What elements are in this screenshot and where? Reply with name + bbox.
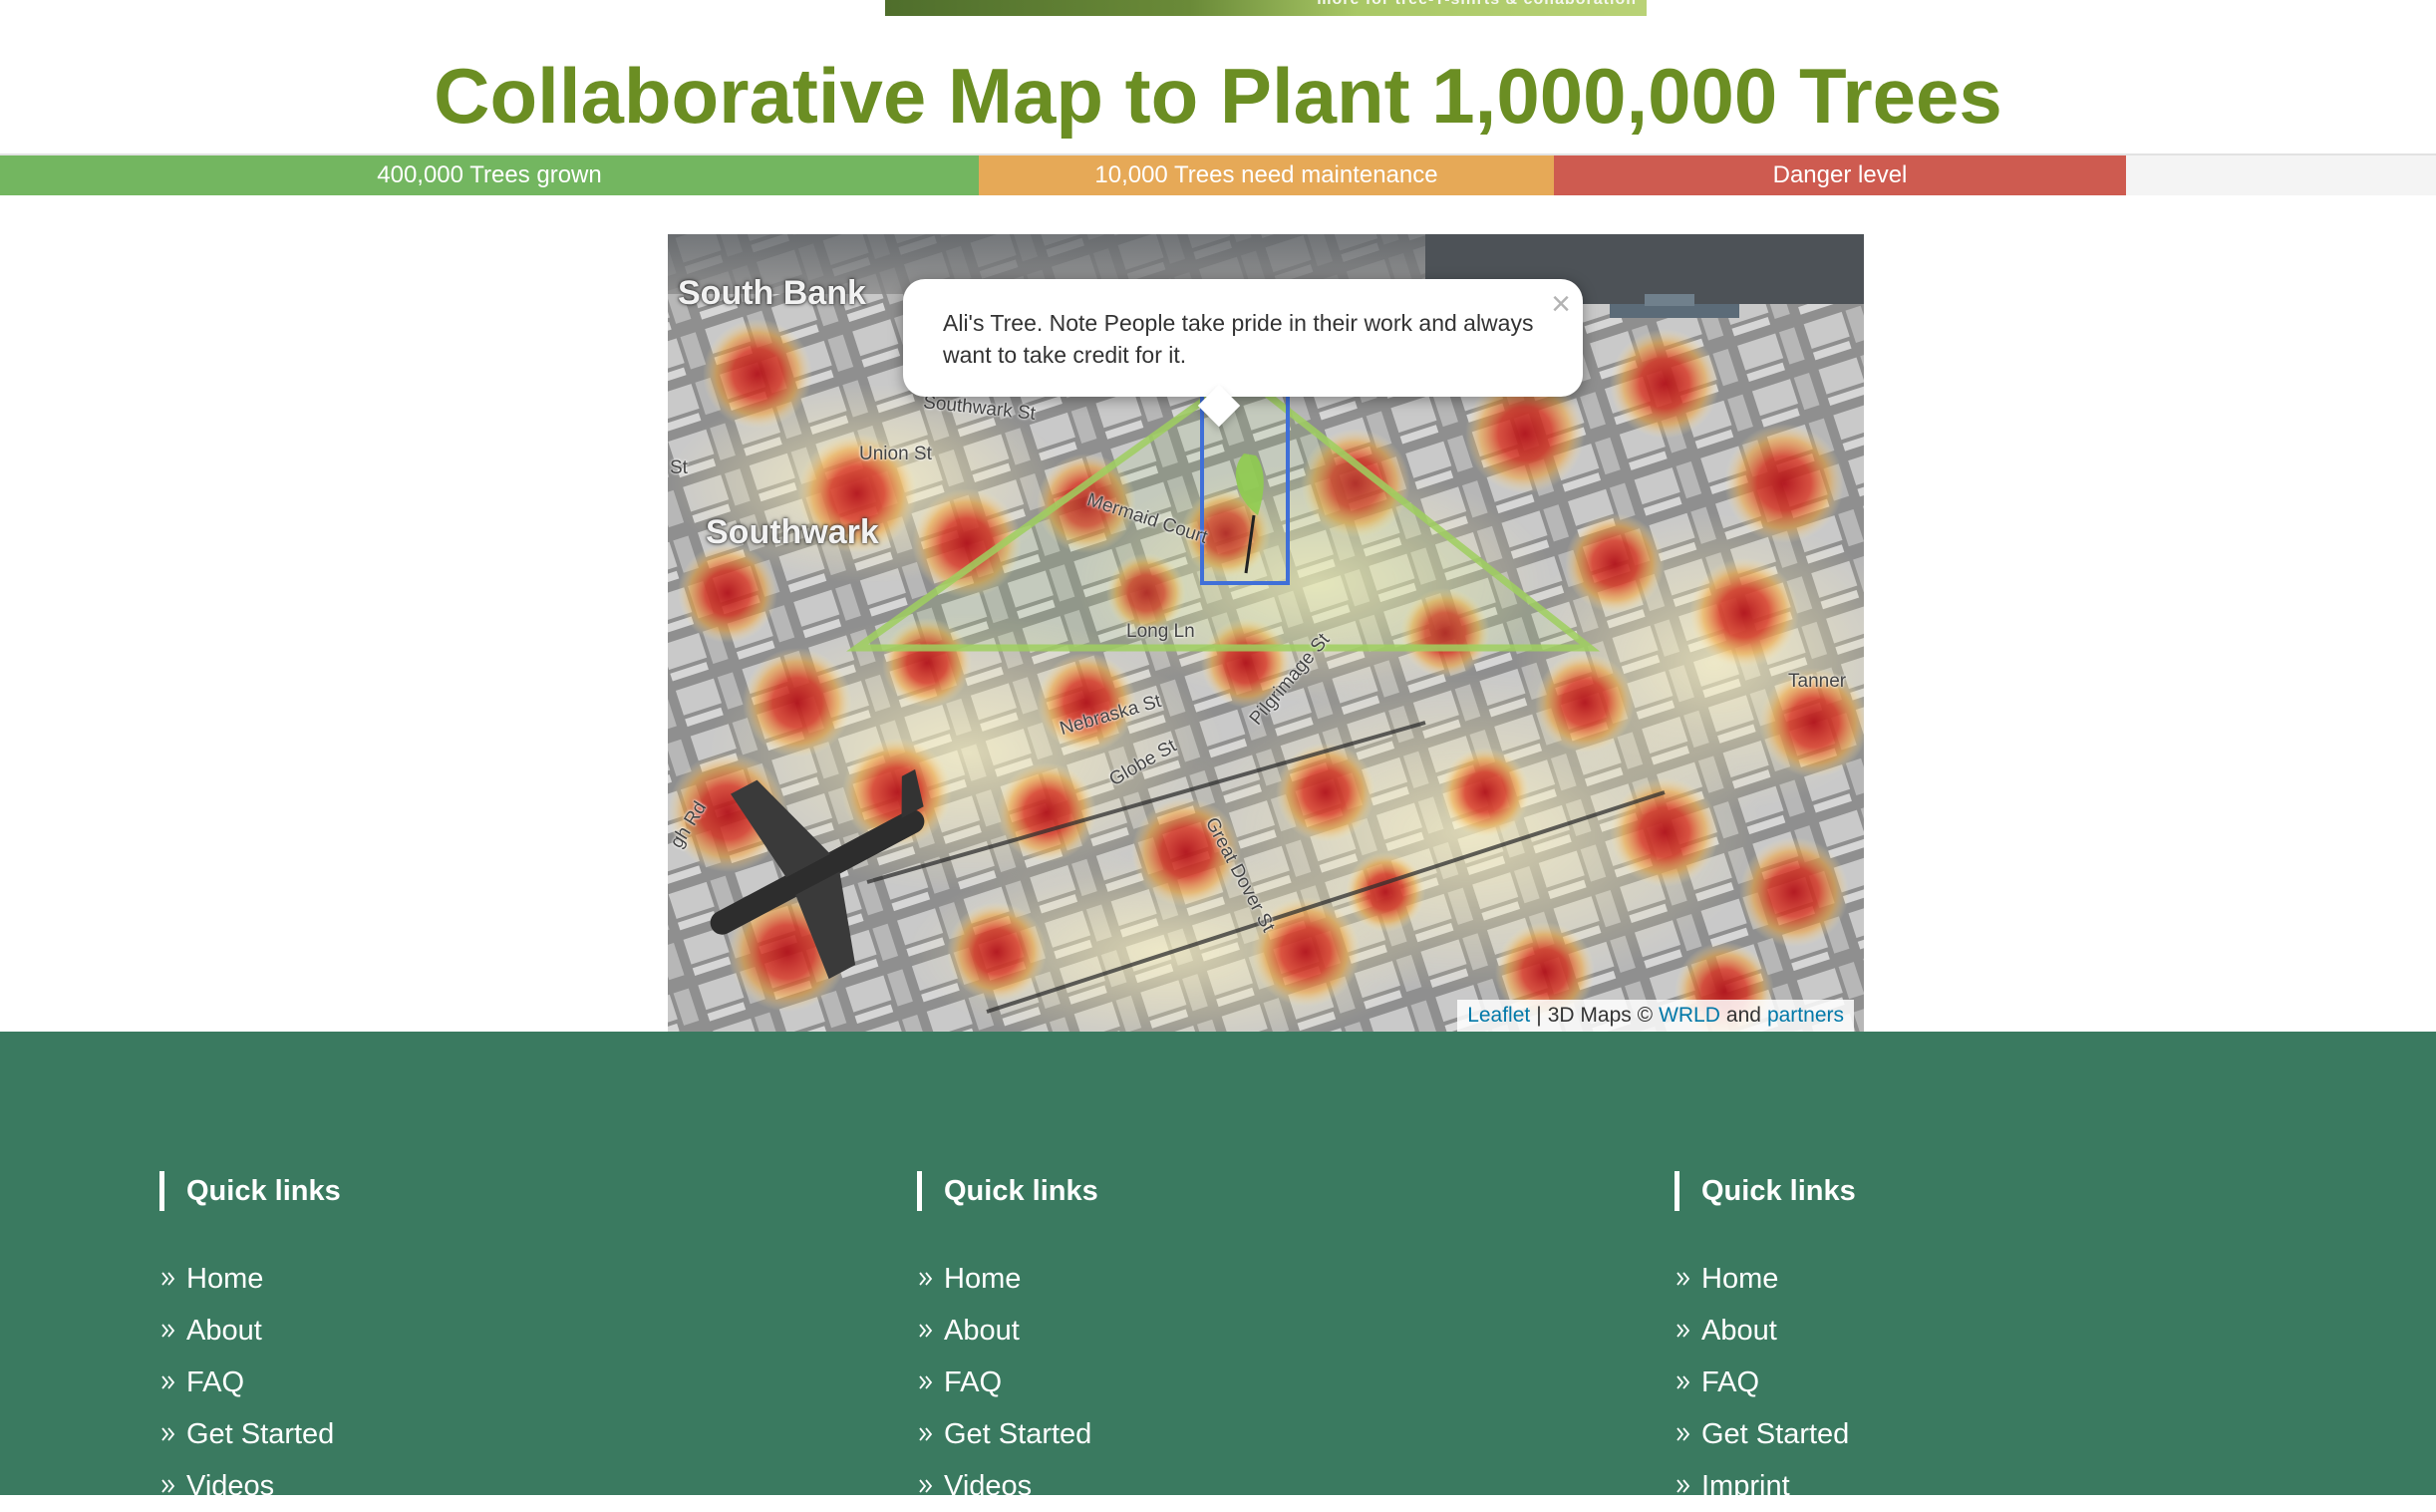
footer-link-get-started[interactable]: Get Started (159, 1408, 758, 1460)
double-chevron-right-icon (159, 1322, 181, 1340)
double-chevron-right-icon (917, 1425, 939, 1443)
footer-column-1: Quick links Home About FAQ Get Started V… (159, 1171, 758, 1512)
footer-link-videos[interactable]: Videos (159, 1460, 758, 1512)
footer-link-label: About (186, 1314, 262, 1347)
footer-link-label: Home (186, 1262, 264, 1295)
footer-heading: Quick links (1675, 1171, 2273, 1211)
footer-links: Home About FAQ Get Started Imprint (1675, 1253, 2273, 1512)
footer-heading: Quick links (159, 1171, 758, 1211)
double-chevron-right-icon (917, 1373, 939, 1391)
footer-links: Home About FAQ Get Started Videos (917, 1253, 1515, 1512)
map-label-south-bank: South Bank (678, 274, 866, 312)
footer-link-home[interactable]: Home (1675, 1253, 2273, 1305)
popup-text: Ali's Tree. Note People take pride in th… (943, 307, 1541, 371)
progress-maintenance-label: 10,000 Trees need maintenance (1094, 161, 1438, 188)
footer-link-home[interactable]: Home (917, 1253, 1515, 1305)
attribution-separator: | (1536, 1004, 1542, 1027)
footer-link-label: Imprint (1701, 1469, 1790, 1502)
progress-grown-segment: 400,000 Trees grown (0, 155, 979, 195)
footer-link-about[interactable]: About (1675, 1305, 2273, 1357)
footer-column-2: Quick links Home About FAQ Get Started V… (917, 1171, 1515, 1512)
street-label-long-ln: Long Ln (1126, 621, 1195, 642)
footer-link-about[interactable]: About (917, 1305, 1515, 1357)
popup-close-button[interactable]: × (1551, 285, 1571, 324)
footer: Quick links Home About FAQ Get Started V… (0, 1032, 2436, 1502)
partners-link[interactable]: partners (1767, 1004, 1844, 1028)
street-label-union-st: Union St (859, 444, 932, 464)
progress-danger-segment: Danger level (1554, 155, 2126, 195)
double-chevron-right-icon (1675, 1425, 1696, 1443)
street-label-st: St (670, 457, 688, 478)
footer-link-about[interactable]: About (159, 1305, 758, 1357)
footer-links: Home About FAQ Get Started Videos (159, 1253, 758, 1512)
footer-link-label: FAQ (186, 1365, 245, 1398)
progress-maintenance-segment: 10,000 Trees need maintenance (979, 155, 1554, 195)
footer-link-label: Home (944, 1262, 1022, 1295)
footer-link-label: Get Started (944, 1417, 1092, 1450)
double-chevron-right-icon (159, 1270, 181, 1288)
double-chevron-right-icon (917, 1270, 939, 1288)
footer-link-label: FAQ (1701, 1365, 1760, 1398)
tree-popup: Ali's Tree. Note People take pride in th… (903, 279, 1583, 428)
progress-danger-label: Danger level (1772, 161, 1908, 188)
double-chevron-right-icon (1675, 1270, 1696, 1288)
footer-link-label: Videos (944, 1469, 1033, 1502)
double-chevron-right-icon (917, 1477, 939, 1495)
wrld-link[interactable]: WRLD (1659, 1004, 1720, 1028)
footer-link-label: Get Started (186, 1417, 335, 1450)
progress-grown-label: 400,000 Trees grown (377, 161, 602, 188)
footer-link-label: FAQ (944, 1365, 1003, 1398)
footer-link-get-started[interactable]: Get Started (1675, 1408, 2273, 1460)
footer-link-label: Home (1701, 1262, 1779, 1295)
top-banner-image[interactable]: more for tree-T-shirts & collaboration (885, 0, 1647, 16)
double-chevron-right-icon (917, 1322, 939, 1340)
footer-column-3: Quick links Home About FAQ Get Started I… (1675, 1171, 2273, 1512)
footer-link-label: About (944, 1314, 1020, 1347)
footer-link-label: Get Started (1701, 1417, 1850, 1450)
attribution-3d-maps: 3D Maps © (1547, 1004, 1654, 1027)
footer-heading: Quick links (917, 1171, 1515, 1211)
footer-link-faq[interactable]: FAQ (1675, 1357, 2273, 1408)
footer-link-label: About (1701, 1314, 1777, 1347)
double-chevron-right-icon (159, 1425, 181, 1443)
footer-link-label: Videos (186, 1469, 275, 1502)
footer-link-home[interactable]: Home (159, 1253, 758, 1305)
map-attribution: Leaflet | 3D Maps © WRLD and partners (1457, 1000, 1854, 1032)
attribution-and: and (1725, 1004, 1761, 1027)
double-chevron-right-icon (1675, 1322, 1696, 1340)
footer-link-videos[interactable]: Videos (917, 1460, 1515, 1512)
footer-link-imprint[interactable]: Imprint (1675, 1460, 2273, 1512)
double-chevron-right-icon (1675, 1373, 1696, 1391)
street-label-tanner: Tanner (1788, 671, 1847, 692)
double-chevron-right-icon (1675, 1477, 1696, 1495)
banner-text: more for tree-T-shirts & collaboration (1317, 0, 1637, 9)
page-title: Collaborative Map to Plant 1,000,000 Tre… (434, 52, 2002, 140)
double-chevron-right-icon (159, 1373, 181, 1391)
double-chevron-right-icon (159, 1477, 181, 1495)
footer-link-faq[interactable]: FAQ (917, 1357, 1515, 1408)
footer-link-faq[interactable]: FAQ (159, 1357, 758, 1408)
leaflet-link[interactable]: Leaflet (1467, 1004, 1530, 1028)
map-view[interactable]: South Bank Southwark Southwark St Union … (668, 234, 1864, 1032)
map-label-southwark: Southwark (706, 513, 879, 551)
footer-link-get-started[interactable]: Get Started (917, 1408, 1515, 1460)
tree-progress-bar: 400,000 Trees grown 10,000 Trees need ma… (0, 153, 2436, 195)
